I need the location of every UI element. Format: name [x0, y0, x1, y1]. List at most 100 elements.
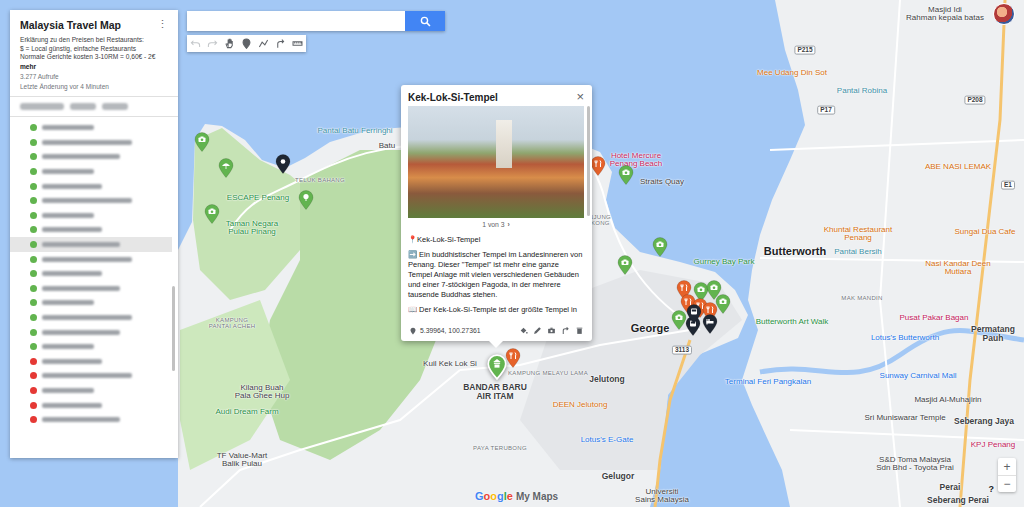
map-pin[interactable]: [298, 190, 314, 210]
map-label[interactable]: Lotus's Butterworth: [871, 334, 939, 342]
popup-scrollbar[interactable]: [584, 106, 592, 322]
map-label[interactable]: KAMPUNG MELAYU LAMA: [508, 370, 588, 376]
layer-item[interactable]: [10, 354, 172, 369]
layer-item[interactable]: [10, 252, 172, 267]
layer-item[interactable]: [10, 281, 172, 296]
trash-icon[interactable]: [575, 326, 584, 335]
map-label[interactable]: Straits Quay: [640, 178, 684, 186]
road-shield[interactable]: E1: [1001, 181, 1015, 190]
road-shield[interactable]: 3113: [672, 346, 692, 355]
map-label[interactable]: Sunway Carnival Mall: [880, 372, 957, 380]
map-label[interactable]: PAYA TERUBONG: [473, 445, 527, 451]
layer-item[interactable]: [10, 179, 172, 194]
map-label[interactable]: ABE NASI LEMAK: [925, 163, 991, 171]
map-label[interactable]: Seberang Perai: [927, 496, 989, 505]
zoom-in-button[interactable]: +: [998, 458, 1016, 475]
map-pin[interactable]: [702, 314, 718, 334]
paint-bucket-icon[interactable]: [519, 326, 528, 335]
map-label[interactable]: Butterworth: [764, 246, 826, 258]
photo-pager[interactable]: 1 von 3›: [408, 218, 584, 231]
map-label[interactable]: George: [631, 323, 670, 335]
layer-item[interactable]: [10, 150, 172, 165]
map-label[interactable]: ESCAPE Penang: [227, 194, 289, 202]
place-photo[interactable]: [408, 106, 584, 218]
map-label[interactable]: Masjid Idi Rahman kepala batas: [906, 6, 984, 23]
layer-item[interactable]: [10, 223, 172, 238]
map-label[interactable]: TF Value-Mart Balik Pulau: [217, 452, 268, 469]
layer-item[interactable]: [10, 369, 172, 384]
map-label[interactable]: Taman Negara Pulau Pinang: [226, 220, 278, 237]
map-pin[interactable]: [617, 255, 633, 275]
map-label[interactable]: Pantai Batu Ferringhi: [317, 127, 392, 135]
map-label[interactable]: Hotel Mercure Penang Beach: [610, 152, 663, 169]
map-label[interactable]: Seberang Jaya: [954, 417, 1014, 426]
map-label[interactable]: Pantai Robina: [837, 87, 887, 95]
directions-icon[interactable]: [561, 326, 570, 335]
map-label[interactable]: Nasi Kandar Deen Mutiara: [925, 260, 990, 277]
map-pin[interactable]: [487, 354, 507, 380]
account-avatar[interactable]: [993, 3, 1015, 25]
road-shield[interactable]: P215: [794, 46, 815, 55]
layer-item[interactable]: [10, 412, 172, 427]
map-pin[interactable]: [715, 294, 731, 314]
tool-button[interactable]: [238, 35, 255, 52]
map-label[interactable]: Perai: [940, 483, 961, 492]
road-shield[interactable]: P17: [817, 106, 835, 115]
layer-item[interactable]: [10, 339, 172, 354]
map-pin[interactable]: [686, 304, 702, 324]
map-pin[interactable]: [218, 158, 234, 178]
tool-button[interactable]: [289, 35, 306, 52]
map-title[interactable]: Malaysia Travel Map: [20, 19, 121, 31]
layer-item[interactable]: [10, 266, 172, 281]
layer-item[interactable]: [10, 121, 172, 136]
tool-button[interactable]: [255, 35, 272, 52]
map-label[interactable]: Universiti Sains Malaysia: [635, 488, 689, 505]
map-label[interactable]: S&D Toma Malaysia Sdn Bhd - Toyota Prai: [876, 456, 954, 473]
map-pin[interactable]: [590, 156, 606, 176]
map-label[interactable]: Sungai Dua Cafe: [955, 228, 1016, 236]
map-label[interactable]: Batu: [379, 142, 395, 150]
help-button[interactable]: ?: [989, 484, 995, 494]
layer-item[interactable]: [10, 383, 172, 398]
layer-item[interactable]: [10, 296, 172, 311]
more-link[interactable]: mehr: [20, 63, 170, 70]
camera-icon[interactable]: [547, 326, 556, 335]
layer-item[interactable]: [10, 135, 172, 150]
map-label[interactable]: Terminal Feri Pangkalan: [725, 378, 811, 386]
map-label[interactable]: MAK MANDIN: [841, 295, 882, 301]
layer-item[interactable]: [10, 164, 172, 179]
menu-button[interactable]: ⋮: [155, 18, 170, 31]
map-label[interactable]: Audi Dream Farm: [215, 408, 278, 416]
map-pin[interactable]: [652, 237, 668, 257]
map-label[interactable]: Sri Muniswarar Temple: [864, 414, 945, 422]
zoom-out-button[interactable]: −: [998, 475, 1016, 492]
map-label[interactable]: Gurney Bay Park: [694, 258, 755, 266]
map-label[interactable]: TELUK BAHANG: [295, 177, 345, 183]
tool-button[interactable]: [221, 35, 238, 52]
search-button[interactable]: [405, 11, 445, 31]
map-label[interactable]: KAMPUNG PANTAI ACHEH: [209, 317, 256, 330]
search-input[interactable]: [187, 11, 405, 31]
map-pin[interactable]: [505, 348, 521, 368]
map-label[interactable]: Mee Udang Din Sot: [757, 69, 827, 77]
tool-button[interactable]: [272, 35, 289, 52]
map-label[interactable]: KPJ Penang: [971, 441, 1015, 449]
map-label[interactable]: Khuntai Restaurant Penang: [824, 226, 893, 243]
map-pin[interactable]: [671, 310, 687, 330]
map-label[interactable]: Jelutong: [589, 375, 624, 384]
scrollbar[interactable]: [172, 121, 178, 459]
share-button[interactable]: [70, 103, 96, 110]
map-pin[interactable]: [204, 204, 220, 224]
map-label[interactable]: Kilang Buah Pala Ghee Hup: [235, 384, 290, 401]
map-label[interactable]: Pusat Pakar Bagan: [900, 314, 969, 322]
map-pin[interactable]: [618, 165, 634, 185]
layer-item[interactable]: [10, 237, 172, 252]
add-layer-button[interactable]: [20, 103, 64, 110]
tool-button[interactable]: [204, 35, 221, 52]
map-label[interactable]: Permatang Pauh: [971, 325, 1015, 343]
map-pin[interactable]: [194, 132, 210, 152]
map-label[interactable]: BANDAR BARU AIR ITAM: [463, 383, 527, 401]
preview-button[interactable]: [102, 103, 128, 110]
road-shield[interactable]: P208: [964, 96, 985, 105]
layer-item[interactable]: [10, 325, 172, 340]
